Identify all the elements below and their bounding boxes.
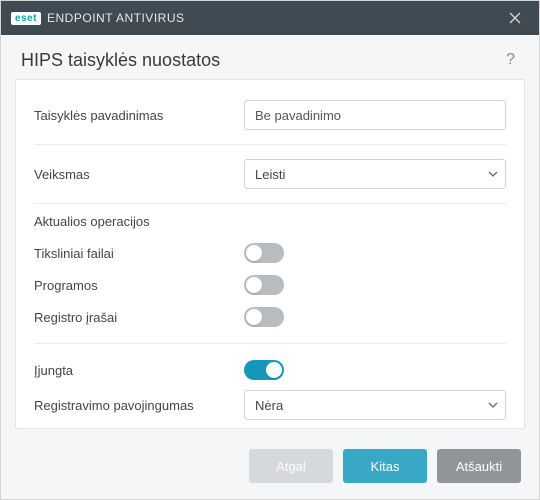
product-name: ENDPOINT ANTIVIRUS <box>47 11 184 25</box>
cancel-button[interactable]: Atšaukti <box>437 449 521 483</box>
action-row: Veiksmas Leisti <box>34 155 506 193</box>
action-select[interactable]: Leisti <box>244 159 506 189</box>
target-files-row: Tiksliniai failai <box>34 237 506 269</box>
rule-name-row: Taisyklės pavadinimas <box>34 96 506 134</box>
affected-operations-title: Aktualios operacijos <box>34 214 506 229</box>
brand-badge: eset <box>11 12 41 25</box>
target-files-label: Tiksliniai failai <box>34 246 244 261</box>
content-panel: Taisyklės pavadinimas Veiksmas Leisti <box>15 79 525 429</box>
divider <box>34 203 506 204</box>
brand-logo: eset ENDPOINT ANTIVIRUS <box>11 11 184 25</box>
page-title: HIPS taisyklės nuostatos <box>21 50 502 71</box>
logging-severity-row: Registravimo pavojingumas Nėra <box>34 386 506 424</box>
applications-label: Programos <box>34 278 244 293</box>
action-select-value: Leisti <box>255 167 285 182</box>
window-close-button[interactable] <box>501 4 529 32</box>
page-header: HIPS taisyklės nuostatos ? <box>1 35 539 79</box>
footer: Atgal Kitas Atšaukti <box>1 439 539 499</box>
notify-user-row: Įspėti naudotoją <box>34 424 506 429</box>
registry-entries-toggle[interactable] <box>244 307 284 327</box>
rule-name-input[interactable] <box>244 100 506 130</box>
applications-row: Programos <box>34 269 506 301</box>
registry-entries-row: Registro įrašai <box>34 301 506 333</box>
titlebar: eset ENDPOINT ANTIVIRUS <box>1 1 539 35</box>
close-icon <box>509 12 521 24</box>
logging-severity-value: Nėra <box>255 398 283 413</box>
back-button[interactable]: Atgal <box>249 449 333 483</box>
logging-severity-label: Registravimo pavojingumas <box>34 398 244 413</box>
enabled-toggle[interactable] <box>244 360 284 380</box>
next-button[interactable]: Kitas <box>343 449 427 483</box>
logging-severity-select[interactable]: Nėra <box>244 390 506 420</box>
action-label: Veiksmas <box>34 167 244 182</box>
divider <box>34 144 506 145</box>
help-button[interactable]: ? <box>502 49 519 71</box>
target-files-toggle[interactable] <box>244 243 284 263</box>
enabled-label: Įjungta <box>34 363 244 378</box>
registry-entries-label: Registro įrašai <box>34 310 244 325</box>
enabled-row: Įjungta <box>34 354 506 386</box>
divider <box>34 343 506 344</box>
applications-toggle[interactable] <box>244 275 284 295</box>
dialog-window: eset ENDPOINT ANTIVIRUS HIPS taisyklės n… <box>0 0 540 500</box>
rule-name-label: Taisyklės pavadinimas <box>34 108 244 123</box>
